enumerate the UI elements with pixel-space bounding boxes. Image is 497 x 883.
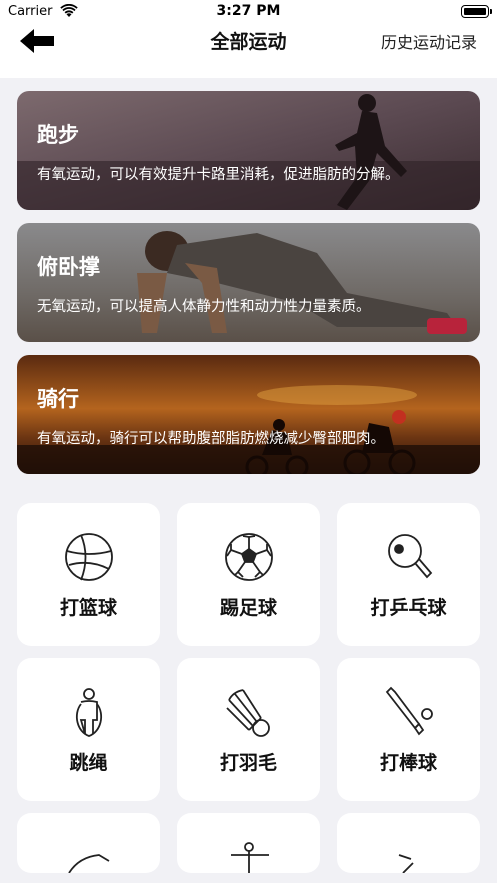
pushup-description: 无氧运动，可以提高人体静力性和动力性力量素质。 (37, 299, 371, 315)
sport-label: 打乒乓球 (370, 597, 447, 619)
nav-bar: 全部运动 历史运动记录 (0, 24, 497, 78)
sport-label: 打棒球 (379, 752, 437, 774)
cycling-description: 有氧运动，骑行可以帮助腹部脂肪燃烧减少臀部肥肉。 (37, 431, 385, 447)
sport-label: 打羽毛 (219, 752, 277, 774)
sport-tile-partial[interactable] (337, 813, 480, 873)
clock: 3:27 PM (216, 3, 281, 19)
partial-icon (231, 842, 269, 873)
running-photo (17, 91, 480, 210)
status-bar: Carrier 3:27 PM (0, 0, 497, 24)
sport-label: 打篮球 (59, 597, 117, 619)
pushup-card[interactable]: 俯卧撑 无氧运动，可以提高人体静力性和动力性力量素质。 (17, 223, 480, 342)
sport-tile-badminton[interactable]: 打羽毛 (177, 658, 320, 801)
baseball-bat-icon (385, 686, 433, 736)
history-records-link[interactable]: 历史运动记录 (381, 29, 477, 53)
sport-tile-jump-rope[interactable]: 跳绳 (17, 658, 160, 801)
sport-tile-partial[interactable] (177, 813, 320, 873)
basketball-icon (64, 533, 113, 581)
pushup-photo (17, 223, 480, 342)
partial-icon (68, 854, 110, 873)
sport-label: 踢足球 (219, 597, 277, 619)
cycling-title: 骑行 (37, 387, 79, 411)
pushup-title: 俯卧撑 (37, 255, 100, 279)
running-description: 有氧运动，可以有效提升卡路里消耗，促进脂肪的分解。 (37, 167, 400, 183)
shuttlecock-icon (225, 689, 270, 737)
jump-rope-icon (75, 688, 102, 737)
running-title: 跑步 (37, 123, 79, 147)
battery-icon (461, 5, 492, 18)
sport-tile-partial[interactable] (17, 813, 160, 873)
soccer-ball-icon (224, 533, 273, 581)
cycling-card[interactable]: 骑行 有氧运动，骑行可以帮助腹部脂肪燃烧减少臀部肥肉。 (17, 355, 480, 474)
ping-pong-paddle-icon (387, 534, 432, 579)
sport-tile-soccer[interactable]: 踢足球 (177, 503, 320, 646)
running-card[interactable]: 跑步 有氧运动，可以有效提升卡路里消耗，促进脂肪的分解。 (17, 91, 480, 210)
sport-label: 跳绳 (69, 752, 108, 774)
sport-tile-baseball[interactable]: 打棒球 (337, 658, 480, 801)
partial-icon (398, 854, 414, 873)
cycling-photo (17, 355, 480, 474)
sport-tile-basketball[interactable]: 打篮球 (17, 503, 160, 646)
sport-tile-pingpong[interactable]: 打乒乓球 (337, 503, 480, 646)
